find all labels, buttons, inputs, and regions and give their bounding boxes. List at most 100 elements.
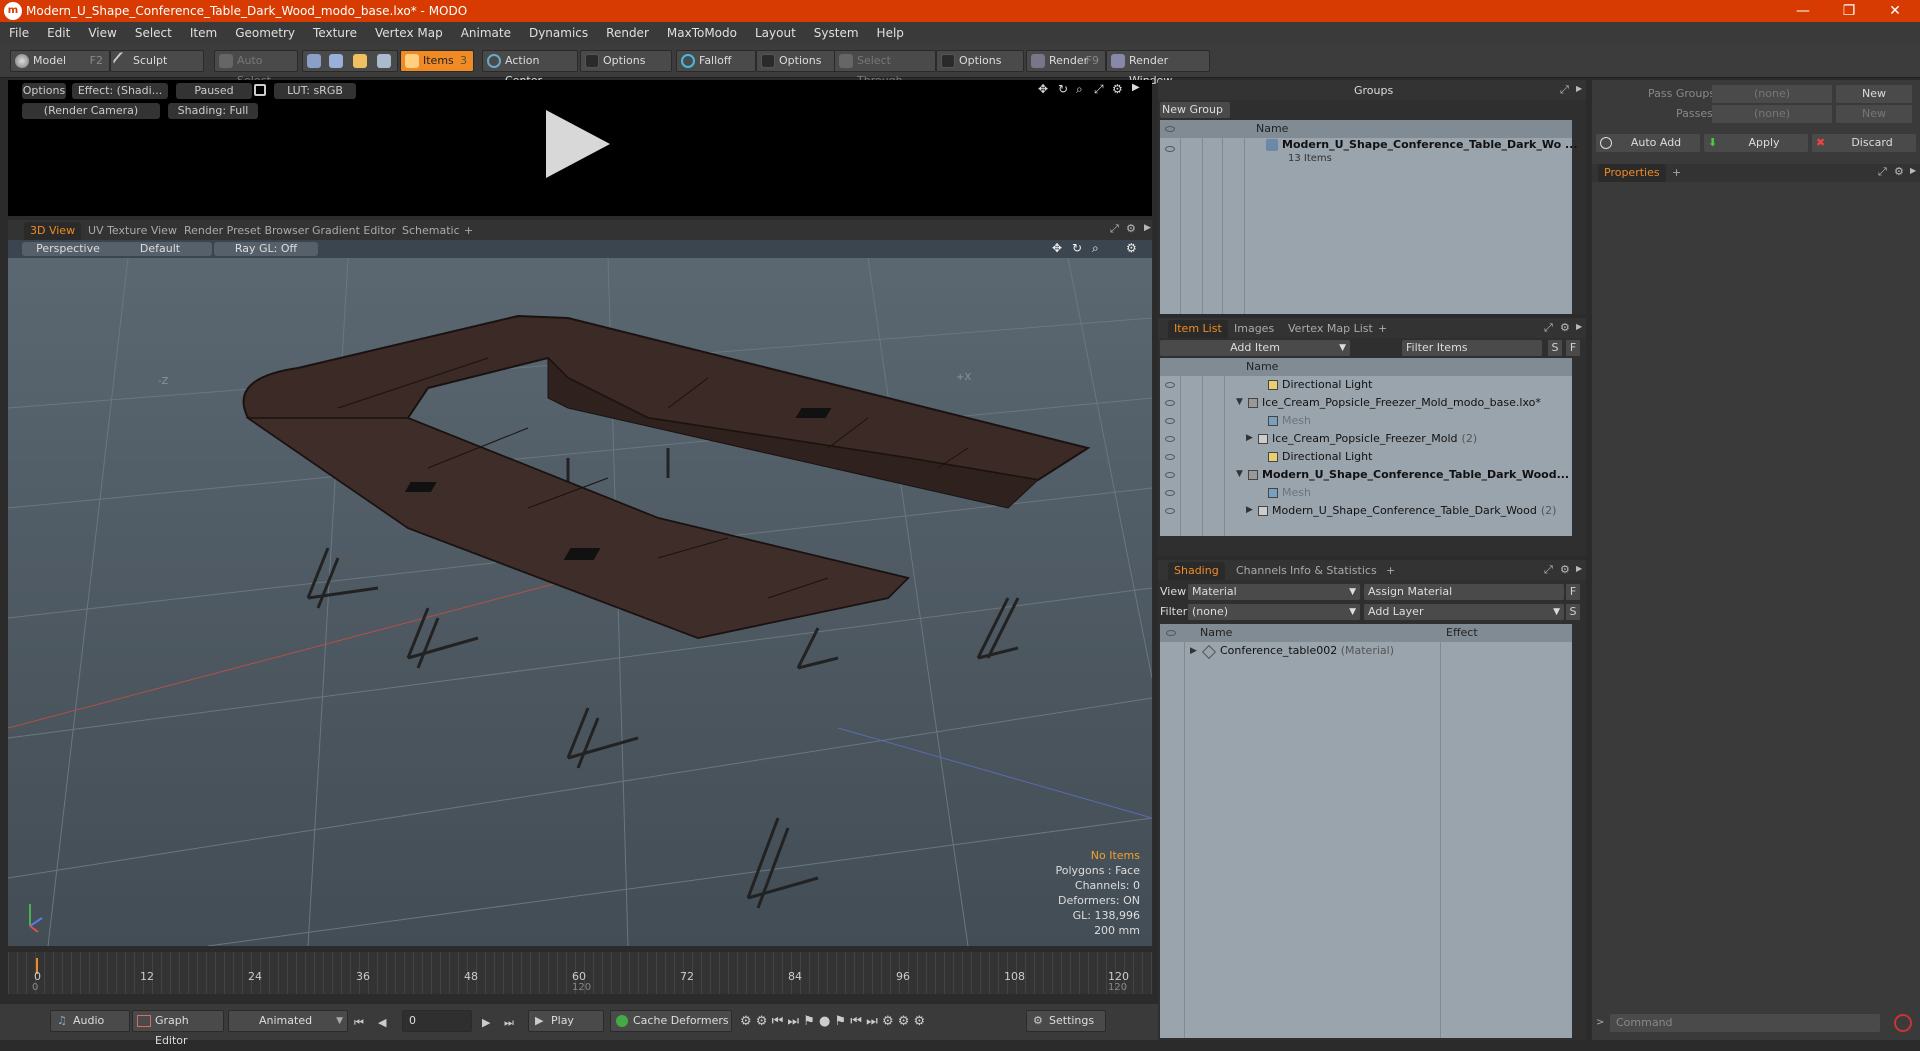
expand-arrow-icon[interactable]: ▶ xyxy=(1576,84,1582,93)
shading-s-button[interactable]: S xyxy=(1566,604,1580,620)
item-tree-row[interactable]: Modern_U_Shape_Conference_Table_Dark_Woo… xyxy=(1272,502,1556,520)
tab-info-statistics[interactable]: Info & Statistics xyxy=(1284,562,1383,580)
filter-f-button[interactable]: F xyxy=(1566,340,1580,356)
frame-input[interactable]: 0 xyxy=(402,1010,472,1032)
new-pass-button[interactable]: New xyxy=(1836,105,1912,123)
expand-arrow-icon[interactable]: ▶ xyxy=(1576,322,1582,331)
render-button[interactable]: Render F9 xyxy=(1026,50,1106,72)
perspective-dropdown[interactable]: Perspective xyxy=(22,242,114,256)
visibility-eye-icon[interactable] xyxy=(1165,490,1175,496)
audio-button[interactable]: ♫ Audio xyxy=(50,1010,130,1032)
lut-dropdown[interactable]: LUT: sRGB xyxy=(274,83,356,99)
add-tab-button[interactable]: + xyxy=(458,222,479,240)
expand-arrow-icon[interactable]: ▶ xyxy=(1144,223,1151,233)
groups-list[interactable]: Name Modern_U_Shape_Conference_Table_Dar… xyxy=(1160,120,1578,314)
preview-options-button[interactable]: Options xyxy=(22,83,66,99)
item-tree-row[interactable]: Mesh xyxy=(1282,412,1311,430)
add-tab-button[interactable]: + xyxy=(1380,562,1401,580)
materials-mode-icon[interactable] xyxy=(377,54,391,68)
command-input[interactable]: Command xyxy=(1610,1014,1880,1032)
visibility-eye-icon[interactable] xyxy=(1165,508,1175,514)
visibility-eye-icon[interactable] xyxy=(1165,146,1175,152)
menu-geometry[interactable]: Geometry xyxy=(226,22,304,44)
visibility-eye-icon[interactable] xyxy=(1165,436,1175,442)
gear-icon[interactable]: ⚙ xyxy=(1560,563,1570,576)
items-mode-button[interactable]: Items 3 xyxy=(400,50,474,72)
item-tree-row[interactable]: Directional Light xyxy=(1282,448,1372,466)
cache-deformers-button[interactable]: Cache Deformers xyxy=(610,1010,732,1032)
maximize-icon[interactable]: ⤢ xyxy=(1544,563,1553,577)
filter-dropdown[interactable]: (none) ▼ xyxy=(1188,604,1360,620)
menu-file[interactable]: File xyxy=(0,22,38,44)
step-back-icon[interactable]: ◀ xyxy=(378,1016,386,1029)
add-layer-dropdown[interactable]: Add Layer ▼ xyxy=(1364,604,1564,620)
graph-editor-button[interactable]: Graph Editor xyxy=(132,1010,224,1047)
auto-select-button[interactable]: Auto Select xyxy=(214,50,298,87)
item-tree-row[interactable]: Mesh xyxy=(1282,484,1311,502)
tab-vertex-map-list[interactable]: Vertex Map List xyxy=(1282,320,1379,338)
view-dropdown[interactable]: Material ▼ xyxy=(1188,584,1360,600)
menu-maxtomodo[interactable]: MaxToModo xyxy=(658,22,746,44)
play-icon[interactable] xyxy=(546,110,610,178)
action-center-button[interactable]: Action Center xyxy=(482,50,578,87)
expand-arrow-icon[interactable]: ▶ xyxy=(1246,505,1253,515)
tab-images[interactable]: Images xyxy=(1228,320,1280,338)
auto-add-button[interactable]: Auto Add xyxy=(1596,134,1700,152)
shading-dropdown[interactable]: Shading: Full xyxy=(168,103,258,119)
gear-icon[interactable]: ⚙ xyxy=(1126,222,1136,235)
visibility-eye-icon[interactable] xyxy=(1165,454,1175,460)
record-icon[interactable] xyxy=(1894,1014,1912,1032)
expand-arrow-icon[interactable]: ▶ xyxy=(1190,646,1197,656)
filter-items-input[interactable]: Filter Items xyxy=(1402,340,1542,356)
3d-viewport[interactable]: Perspective Default Ray GL: Off ✥ ↻ ⌕ ⚙ xyxy=(8,240,1152,946)
item-tree-row[interactable]: Directional Light xyxy=(1282,376,1372,394)
skip-to-end-icon[interactable]: ⏭ xyxy=(504,1016,514,1030)
material-row[interactable]: Conference_table002 (Material) xyxy=(1220,642,1394,660)
maximize-button[interactable]: ❐ xyxy=(1826,0,1872,22)
gear-icon[interactable]: ⚙ xyxy=(1560,321,1570,334)
expand-arrow-icon[interactable]: ▶ xyxy=(1246,433,1253,443)
timeline[interactable]: 0 12 24 36 48 60 72 84 96 108 120 0 120 … xyxy=(8,952,1152,994)
preview-paused-button[interactable]: Paused xyxy=(176,83,252,99)
tab-schematic[interactable]: Schematic xyxy=(396,222,466,240)
expand-arrow-icon[interactable]: ▶ xyxy=(1132,82,1140,93)
discard-button[interactable]: ✖ Discard xyxy=(1812,134,1916,152)
menu-help[interactable]: Help xyxy=(868,22,913,44)
tab-item-list[interactable]: Item List xyxy=(1168,320,1228,338)
tab-render-preset-browser[interactable]: Render Preset Browser xyxy=(178,222,315,240)
menu-render[interactable]: Render xyxy=(597,22,658,44)
menu-vertex-map[interactable]: Vertex Map xyxy=(366,22,452,44)
select-through-options-button[interactable]: Options xyxy=(936,50,1024,72)
close-button[interactable]: ✕ xyxy=(1872,0,1918,22)
gear-icon[interactable]: ⚙ xyxy=(1126,241,1137,255)
menu-select[interactable]: Select xyxy=(126,22,181,44)
play-button[interactable]: ▶ Play xyxy=(528,1010,604,1032)
tab-gradient-editor[interactable]: Gradient Editor xyxy=(306,222,402,240)
render-window-button[interactable]: Render Window xyxy=(1106,50,1210,87)
move-icon[interactable]: ✥ xyxy=(1052,241,1062,255)
visibility-eye-icon[interactable] xyxy=(1165,472,1175,478)
menu-animate[interactable]: Animate xyxy=(452,22,520,44)
edges-mode-icon[interactable] xyxy=(329,54,343,68)
shading-f-button[interactable]: F xyxy=(1566,584,1580,600)
menu-view[interactable]: View xyxy=(79,22,125,44)
polygons-mode-icon[interactable] xyxy=(353,54,367,68)
menu-item[interactable]: Item xyxy=(181,22,226,44)
keyframe-tools-icon[interactable]: ⚙ ⚙ ⏮ ⏭ ⚑ ● ⚑ ⏮ ⏭ ⚙ ⚙ ⚙ xyxy=(740,1014,925,1029)
gear-icon[interactable]: ⚙ xyxy=(1112,82,1123,96)
gear-icon[interactable]: ⚙ xyxy=(1894,165,1904,178)
menu-edit[interactable]: Edit xyxy=(38,22,79,44)
new-group-button[interactable]: New Group xyxy=(1160,102,1230,118)
new-pass-group-button[interactable]: New xyxy=(1836,85,1912,103)
add-item-dropdown[interactable]: Add Item ▼ xyxy=(1160,340,1350,356)
lock-icon[interactable] xyxy=(254,84,266,96)
tab-uv-texture-view[interactable]: UV Texture View xyxy=(82,222,183,240)
preview-effect-dropdown[interactable]: Effect: (Shadi... xyxy=(72,83,168,99)
menu-system[interactable]: System xyxy=(805,22,868,44)
maximize-icon[interactable]: ⤢ xyxy=(1878,165,1887,179)
falloff-button[interactable]: Falloff xyxy=(676,50,756,72)
chevron-down-icon[interactable]: ▼ xyxy=(1236,397,1243,407)
tab-properties[interactable]: Properties xyxy=(1598,164,1666,182)
settings-button[interactable]: ⚙ Settings xyxy=(1026,1010,1106,1032)
maximize-icon[interactable]: ⤢ xyxy=(1544,321,1553,335)
